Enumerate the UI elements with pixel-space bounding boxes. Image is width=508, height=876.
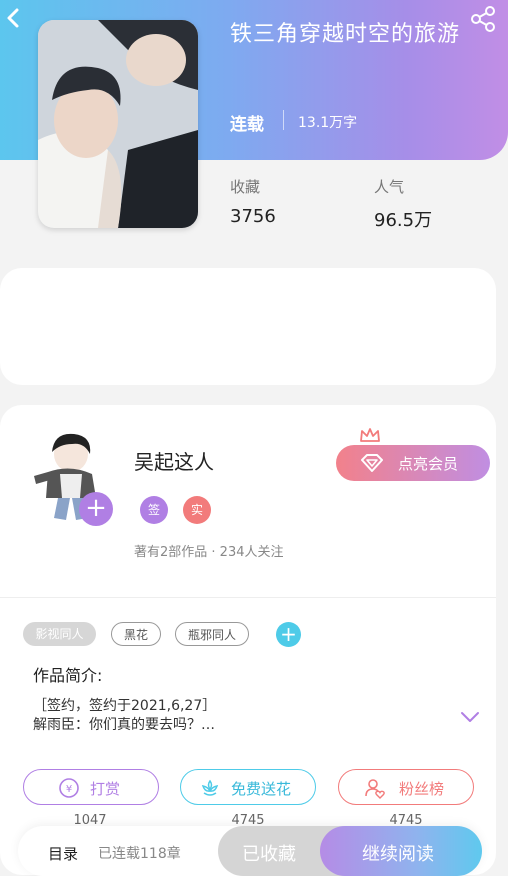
blank-content-card: [0, 268, 496, 385]
tip-button[interactable]: ¥ 打赏: [23, 769, 159, 805]
send-flower-button[interactable]: 免费送花: [180, 769, 316, 805]
coin-icon: ¥: [59, 778, 79, 798]
serial-status: 连载: [230, 115, 264, 135]
word-count: 13.1万字: [298, 115, 358, 131]
user-heart-icon: [365, 779, 385, 799]
flower-icon: [201, 779, 219, 796]
collected-label: 已收藏: [242, 844, 296, 865]
add-tag-button[interactable]: +: [276, 622, 301, 647]
fan-ranking-button[interactable]: 粉丝榜: [338, 769, 474, 805]
continue-reading-label: 继续阅读: [362, 844, 434, 865]
signed-badge: 签: [140, 496, 168, 524]
table-of-contents-link[interactable]: 目录: [48, 843, 78, 864]
follow-author-button[interactable]: +: [79, 492, 113, 526]
intro-line-2: 解雨臣：你们真的要去吗？…: [33, 717, 215, 733]
popularity-label: 人气: [374, 178, 405, 196]
chapter-count: 已连载118章: [98, 846, 181, 862]
crown-icon: [360, 428, 380, 442]
vip-button-label: 点亮会员: [398, 455, 459, 473]
favorites-value: 3756: [230, 206, 276, 227]
author-meta: 著有2部作品 · 234人关注: [134, 545, 284, 560]
tag-film-fanfic[interactable]: 影视同人: [23, 622, 96, 646]
book-title: 铁三角穿越时空的旅游: [230, 22, 461, 47]
continue-reading-button[interactable]: 继续阅读: [320, 826, 482, 876]
verified-badge: 实: [183, 496, 211, 524]
intro-text: ［签约，签约于2021,6,27］ 解雨臣：你们真的要去吗？…: [33, 697, 433, 735]
cover-illustration: [38, 20, 198, 228]
chevron-down-icon[interactable]: [460, 710, 480, 724]
author-name[interactable]: 吴起这人: [134, 446, 214, 475]
status-divider: [283, 110, 284, 130]
svg-text:¥: ¥: [66, 784, 72, 795]
section-divider: [0, 597, 496, 598]
book-cover-image[interactable]: [38, 20, 198, 228]
tip-label: 打赏: [90, 780, 121, 798]
popularity-value: 96.5万: [374, 210, 433, 231]
intro-line-1: ［签约，签约于2021,6,27］: [33, 698, 217, 714]
intro-title: 作品简介:: [33, 666, 103, 685]
tag-heihua[interactable]: 黑花: [111, 622, 161, 646]
diamond-icon: [361, 454, 383, 472]
back-arrow-icon[interactable]: [2, 6, 26, 30]
send-flower-label: 免费送花: [231, 780, 292, 798]
fan-ranking-label: 粉丝榜: [399, 780, 445, 798]
favorites-label: 收藏: [230, 178, 261, 196]
tag-pingxie[interactable]: 瓶邪同人: [175, 622, 249, 646]
